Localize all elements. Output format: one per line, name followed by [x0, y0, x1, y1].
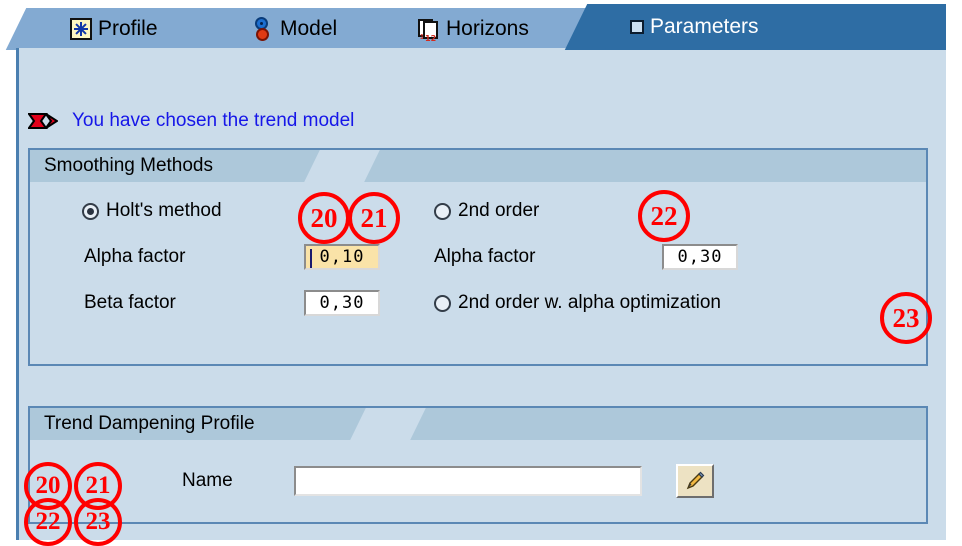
tab-model[interactable]: Model: [218, 8, 378, 50]
radio-2nd-order[interactable]: 2nd order: [434, 200, 539, 222]
smoothing-methods-group: Smoothing Methods Holt's method 2nd orde…: [28, 148, 928, 366]
tab-model-label: Model: [280, 17, 338, 40]
header-slant-decoration-2: [350, 408, 426, 440]
field-alpha-factor-right: Alpha factor 0,30: [434, 244, 738, 270]
input-alpha-factor-left[interactable]: 0,10: [304, 244, 380, 270]
field-alpha-factor-right-label: Alpha factor: [434, 246, 536, 267]
field-alpha-factor-left: Alpha factor 0,10: [84, 244, 380, 270]
tab-strip: Profile Model 1 12 Horizons Parameters: [0, 0, 962, 50]
status-message: You have chosen the trend model: [28, 108, 354, 134]
tab-horizons[interactable]: 1 12 Horizons: [384, 8, 590, 50]
header-slant-decoration: [304, 150, 380, 182]
radio-2nd-order-alpha-opt-label: 2nd order w. alpha optimization: [458, 292, 721, 313]
sap-parameters-screen: Profile Model 1 12 Horizons Parameters Y…: [0, 0, 962, 546]
tab-parameters[interactable]: Parameters: [596, 4, 946, 50]
radio-holts-method-label: Holt's method: [106, 200, 222, 221]
input-beta-factor[interactable]: 0,30: [304, 290, 380, 316]
trend-dampening-title: Trend Dampening Profile: [44, 413, 255, 434]
tab-profile-label: Profile: [98, 17, 158, 40]
input-name[interactable]: [294, 466, 642, 496]
radio-2nd-order-alpha-opt[interactable]: 2nd order w. alpha optimization: [434, 292, 721, 314]
smoothing-methods-title: Smoothing Methods: [44, 155, 213, 176]
red-arrow-icon: [28, 112, 58, 130]
calendar-icon: 1 12: [418, 18, 440, 43]
trend-dampening-header: Trend Dampening Profile: [30, 408, 926, 440]
field-beta-factor-label: Beta factor: [84, 292, 176, 313]
smoothing-methods-header: Smoothing Methods: [30, 150, 926, 182]
radio-holts-method[interactable]: Holt's method: [82, 200, 222, 222]
radio-2nd-order-alpha-opt-indicator[interactable]: [434, 294, 451, 312]
field-name: Name: [182, 464, 714, 498]
field-alpha-factor-left-label: Alpha factor: [84, 246, 186, 267]
radio-2nd-order-label: 2nd order: [458, 200, 540, 221]
trend-dampening-profile-group: Trend Dampening Profile Name: [28, 406, 928, 524]
radio-holts-method-indicator[interactable]: [82, 202, 99, 220]
square-icon: [630, 20, 644, 34]
annotation-21-top: 21: [348, 192, 400, 244]
field-beta-factor: Beta factor 0,30: [84, 290, 380, 316]
pencil-icon: [686, 471, 705, 490]
tab-profile[interactable]: Profile: [36, 8, 212, 50]
field-name-label: Name: [182, 470, 233, 491]
tab-horizons-label: Horizons: [446, 17, 529, 40]
edit-name-button[interactable]: [676, 464, 714, 498]
annotation-23-right: 23: [880, 292, 932, 344]
annotation-23-bottom: 23: [74, 498, 122, 546]
annotation-22-top: 22: [638, 190, 690, 242]
gears-icon: [252, 17, 274, 41]
annotation-22-bottom: 22: [24, 498, 72, 546]
profile-starburst-icon: [70, 18, 92, 40]
radio-2nd-order-indicator[interactable]: [434, 202, 451, 220]
annotation-20-top: 20: [298, 192, 350, 244]
input-alpha-factor-right[interactable]: 0,30: [662, 244, 738, 270]
status-message-text: You have chosen the trend model: [72, 110, 355, 131]
tab-parameters-label: Parameters: [650, 15, 759, 38]
